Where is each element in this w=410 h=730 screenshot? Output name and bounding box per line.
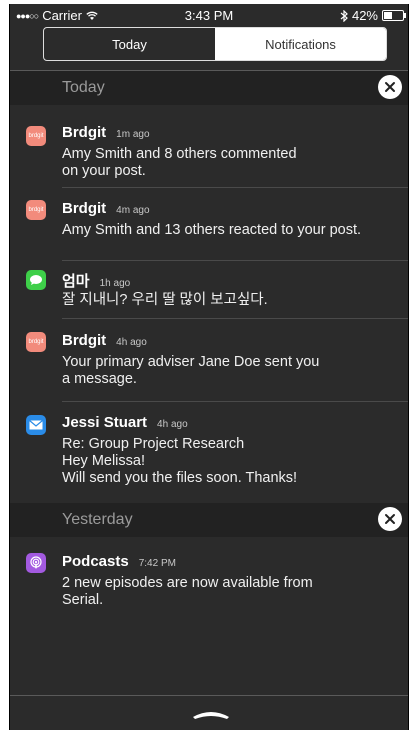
podcasts-app-icon — [26, 553, 46, 573]
divider — [10, 695, 408, 696]
notification-body: Amy Smith and 13 others reacted to your … — [62, 222, 362, 238]
notification-app-name: Jessi Stuart — [62, 414, 148, 431]
close-icon — [385, 514, 395, 524]
tab-today[interactable]: Today — [44, 28, 215, 60]
notification-body: 2 new episodes are now available from Se… — [62, 575, 313, 608]
bluetooth-icon — [340, 9, 348, 22]
grabber-handle-icon[interactable] — [191, 707, 231, 721]
notification-body: Amy Smith and 8 others commented on your… — [62, 146, 297, 179]
notification-app-name: Brdgit — [62, 332, 107, 349]
notification-body: Re: Group Project Research Hey Melissa! … — [62, 436, 298, 486]
brdgit-app-icon: brdgit — [26, 200, 46, 220]
notification-app-name: Brdgit — [62, 124, 107, 141]
notification-app-name: 엄마 — [62, 273, 90, 290]
tab-notifications[interactable]: Notifications — [215, 28, 386, 60]
section-title-today: Today — [62, 79, 105, 96]
mail-app-icon — [26, 415, 46, 435]
status-bar: ●●●○○ Carrier 3:43 PM 42% — [10, 4, 408, 26]
brdgit-app-icon: brdgit — [26, 332, 46, 352]
section-title-yesterday: Yesterday — [62, 511, 133, 528]
notification-center: ●●●○○ Carrier 3:43 PM 42% Today Notifica… — [9, 4, 409, 730]
notification-time: 7:42 PM — [138, 558, 176, 569]
messages-app-icon — [26, 270, 46, 290]
clear-yesterday-button[interactable] — [378, 507, 402, 531]
notification-time: 4h ago — [157, 419, 188, 430]
notification-app-name: Brdgit — [62, 200, 107, 217]
clear-today-button[interactable] — [378, 75, 402, 99]
battery-icon — [382, 10, 406, 21]
separator — [62, 260, 408, 261]
separator — [62, 401, 408, 402]
section-header-today: Today — [10, 71, 408, 105]
notification-time: 4m ago — [116, 205, 150, 216]
notification-body: 잘 지내니? 우리 딸 많이 보고싶다. — [62, 292, 268, 308]
view-segmented-control: Today Notifications — [43, 27, 387, 61]
separator — [62, 318, 408, 319]
battery-percent: 42% — [351, 8, 378, 23]
notification-time: 1h ago — [99, 278, 131, 289]
notification-time: 4h ago — [116, 337, 147, 348]
brdgit-app-icon: brdgit — [26, 126, 46, 146]
notification-app-name: Podcasts — [62, 553, 129, 570]
notification-time: 1m ago — [116, 129, 150, 140]
close-icon — [385, 82, 395, 92]
notification-body: Your primary adviser Jane Doe sent you a… — [62, 354, 320, 387]
section-header-yesterday: Yesterday — [10, 503, 408, 537]
separator — [62, 187, 408, 188]
